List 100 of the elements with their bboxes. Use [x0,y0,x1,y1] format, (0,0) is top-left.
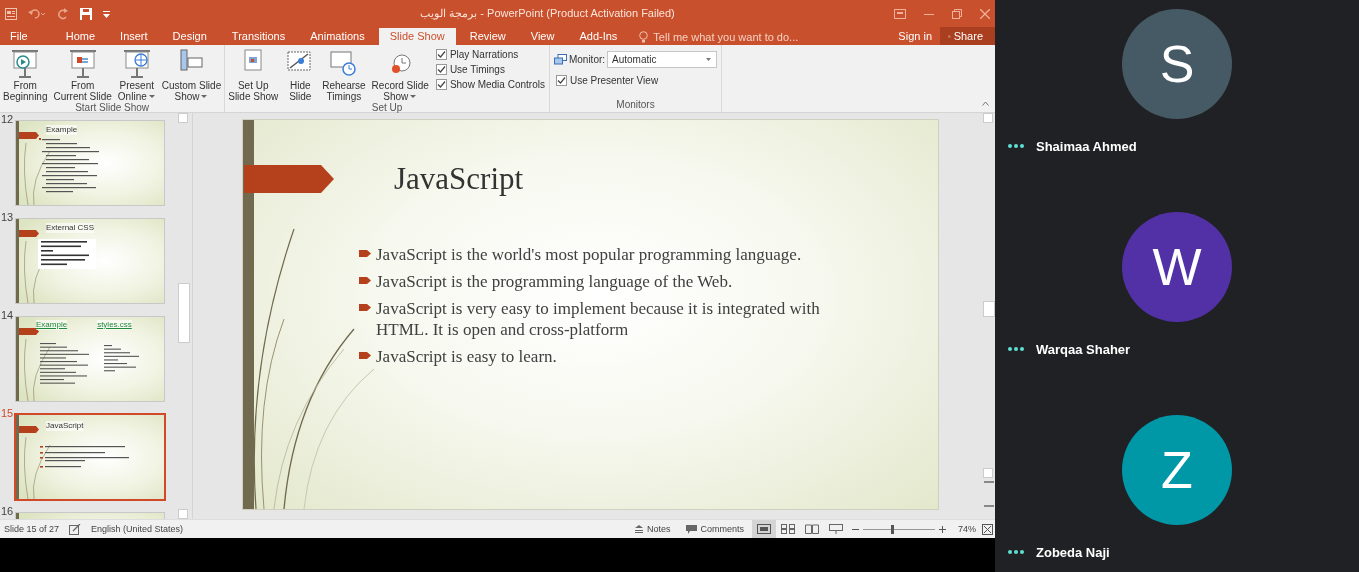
checked-icon [435,64,447,75]
ribbon-tab[interactable]: Review [458,28,517,45]
more-icon[interactable] [1008,347,1024,351]
ribbon-tab[interactable]: File [0,28,39,45]
normal-view-icon [757,524,771,534]
ribbon-tab[interactable]: View [519,28,566,45]
arrow-bullet-icon [359,276,371,285]
ribbon-tab[interactable]: Add-Ins [568,28,629,45]
ribbon-button[interactable]: From Beginning [2,47,49,102]
zoom-level[interactable]: 74% [950,524,982,534]
notes-icon [633,524,644,534]
checkbox[interactable]: Use Presenter View [555,75,659,86]
reading-view-icon [805,524,819,534]
scroll-up-icon[interactable] [178,113,188,123]
arrow-bullet-icon [359,249,371,258]
save-icon[interactable] [80,7,92,20]
bullet-text: JavaScript is easy to learn. [376,346,557,367]
slide-sorter-icon [781,524,795,534]
scrollbar[interactable] [178,113,190,519]
monitor-dropdown[interactable]: Automatic [607,51,718,68]
group-label: Monitors [615,99,656,112]
scroll-down-icon[interactable] [178,509,188,519]
thumbnail-title: Example [46,125,78,135]
checkbox[interactable]: Play Narrations [435,49,545,60]
ribbon-button[interactable]: Custom Slide Show [160,47,223,102]
ribbon-tab[interactable]: Transitions [220,28,297,45]
zoom-in-icon[interactable] [939,525,946,533]
ribbon-tab[interactable]: Home [54,28,107,45]
ribbon-button[interactable]: Hide Slide [283,47,318,102]
arrow-bullet-icon [359,351,371,360]
more-icon[interactable] [1008,550,1024,554]
slide-number: 13 [0,212,15,225]
checked-icon [555,75,567,86]
thumbnail-title: External CSS [46,223,95,233]
thumbnail-title: Example [36,320,68,330]
slide-thumbnail[interactable]: External CSS [15,218,165,304]
ribbon-button[interactable]: Rehearse Timings [321,47,367,102]
customize-icon[interactable] [103,9,110,18]
participant-name: Warqaa Shaher [1036,341,1131,357]
slide-thumbnail[interactable]: JavaScript [14,413,166,501]
checkbox[interactable]: Use Timings [435,64,545,75]
caret-icon [410,94,418,99]
app-icon[interactable] [5,7,17,20]
undo-icon[interactable] [28,7,46,20]
slide-number: 12 [0,114,15,127]
ribbon-display-icon[interactable] [894,8,906,19]
ribbon-button[interactable]: Set Up Slide Show [227,47,280,102]
close-icon[interactable] [980,8,990,19]
notes-button[interactable]: Notes [625,520,679,538]
caret-icon [706,57,713,62]
monitor-label: Monitor: [568,54,606,65]
view-button[interactable] [752,520,776,538]
thumbnail-title: styles.css [97,320,132,330]
participant-name: Zobeda Naji [1036,544,1110,560]
group-label: Set Up [370,102,404,114]
language-indicator[interactable]: English (United States) [87,524,188,534]
more-icon[interactable] [1008,144,1024,148]
caret-icon [201,94,209,99]
caret-icon [148,94,156,99]
checked-icon [435,49,447,60]
arrow-banner-icon [244,165,334,193]
slide-number: 15 [0,408,15,421]
group-label: Start Slide Show [74,102,151,114]
scroll-down-icon[interactable] [983,468,993,478]
thumbnail-title: JavaScript [46,421,84,431]
window-title: برمجة الويب - PowerPoint (Product Activation Failed) [419,7,676,20]
bullet-text: JavaScript is very easy to implement because it is integrated with HTML. It is open and cross-platform [376,298,821,340]
avatar: Z [1122,415,1232,525]
ribbon-tab[interactable]: Animations [299,28,376,45]
redo-icon[interactable] [57,7,69,20]
checked-icon [435,79,447,90]
collapse-icon[interactable] [982,101,989,106]
slide-counter: Slide 15 of 27 [3,524,61,534]
scroll-thumb[interactable] [178,283,190,343]
bullet-text: JavaScript is the world's most popular programming language. [376,244,802,265]
restore-icon[interactable] [952,8,962,19]
slide-thumbnail[interactable]: Example styles.css [15,316,165,402]
slide-number: 16 [0,506,15,519]
ribbon-button[interactable]: Present Online [116,47,157,102]
spell-check-icon[interactable] [69,523,82,535]
ribbon-button[interactable]: Record Slide Show [370,47,430,102]
avatar: S [1122,9,1232,119]
slide-thumbnail[interactable]: Example [15,120,165,206]
checkbox[interactable]: Show Media Controls [435,79,545,90]
share-button[interactable]: Share [940,27,995,45]
slide-number: 14 [0,310,15,323]
participant-name: Shaimaa Ahmed [1036,138,1137,154]
scroll-up-icon[interactable] [983,113,993,123]
ribbon-tab[interactable]: Slide Show [378,28,456,45]
ribbon-tab[interactable]: Design [161,28,218,45]
comment-icon [686,524,698,534]
ribbon-button[interactable]: From Current Slide [52,47,113,102]
slide-title: JavaScript [394,161,524,197]
fit-to-window-icon[interactable] [982,523,993,535]
sign-in-link[interactable]: Sign in [890,28,940,45]
bullet-text: JavaScript is the programming language of the Web. [376,271,733,292]
scroll-thumb[interactable] [983,301,995,317]
slider-thumb[interactable] [890,524,894,534]
comments-button[interactable]: Comments [678,520,752,538]
ribbon-tab[interactable]: Insert [109,28,159,45]
